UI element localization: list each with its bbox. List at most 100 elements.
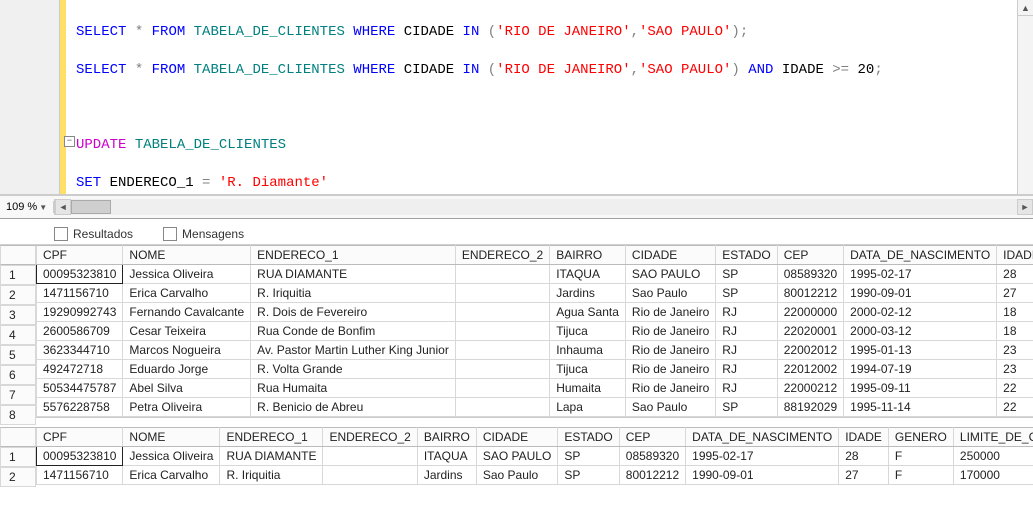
column-header[interactable]: DATA_DE_NASCIMENTO bbox=[844, 246, 997, 265]
column-header[interactable]: LIMITE_DE_C bbox=[953, 428, 1033, 447]
cell[interactable]: RJ bbox=[716, 303, 777, 322]
cell[interactable]: Jardins bbox=[417, 466, 476, 485]
cell[interactable]: 23 bbox=[997, 341, 1033, 360]
table-row[interactable]: 2600586709Cesar TeixeiraRua Conde de Bon… bbox=[37, 322, 1033, 341]
results-grid-1[interactable]: 12345678 CPFNOMEENDERECO_1ENDERECO_2BAIR… bbox=[0, 245, 1033, 417]
table-row[interactable]: 00095323810Jessica OliveiraRUA DIAMANTEI… bbox=[37, 265, 1033, 284]
cell[interactable]: Rio de Janeiro bbox=[625, 341, 715, 360]
tab-mensagens[interactable]: Mensagens bbox=[155, 224, 252, 244]
cell[interactable]: Inhauma bbox=[550, 341, 626, 360]
cell[interactable] bbox=[455, 341, 549, 360]
cell[interactable]: 50534475787 bbox=[37, 379, 123, 398]
cell[interactable]: RJ bbox=[716, 379, 777, 398]
cell[interactable]: 08589320 bbox=[619, 447, 685, 466]
cell[interactable]: Humaita bbox=[550, 379, 626, 398]
cell[interactable]: Agua Santa bbox=[550, 303, 626, 322]
table-row[interactable]: 492472718Eduardo JorgeR. Volta GrandeTij… bbox=[37, 360, 1033, 379]
cell[interactable]: 00095323810 bbox=[37, 265, 123, 284]
cell[interactable]: Cesar Teixeira bbox=[123, 322, 251, 341]
cell[interactable]: SP bbox=[558, 466, 619, 485]
cell[interactable] bbox=[455, 322, 549, 341]
cell[interactable] bbox=[323, 447, 417, 466]
cell[interactable]: 00095323810 bbox=[37, 447, 123, 466]
cell[interactable]: 80012212 bbox=[777, 284, 843, 303]
cell[interactable]: 492472718 bbox=[37, 360, 123, 379]
cell[interactable]: Rua Conde de Bonfim bbox=[251, 322, 456, 341]
cell[interactable]: Erica Carvalho bbox=[123, 466, 220, 485]
cell[interactable] bbox=[455, 360, 549, 379]
cell[interactable]: Jessica Oliveira bbox=[123, 447, 220, 466]
cell[interactable]: Tijuca bbox=[550, 360, 626, 379]
sql-editor[interactable]: SELECT * FROM TABELA_DE_CLIENTES WHERE C… bbox=[0, 0, 1033, 195]
cell[interactable]: 22000000 bbox=[777, 303, 843, 322]
code-area[interactable]: SELECT * FROM TABELA_DE_CLIENTES WHERE C… bbox=[60, 0, 1033, 194]
cell[interactable]: 28 bbox=[997, 265, 1033, 284]
cell[interactable]: SP bbox=[716, 398, 777, 417]
cell[interactable]: 27 bbox=[839, 466, 889, 485]
column-header[interactable]: NOME bbox=[123, 428, 220, 447]
column-header[interactable]: ENDERECO_2 bbox=[323, 428, 417, 447]
scroll-right-icon[interactable]: ► bbox=[1017, 199, 1033, 215]
column-header[interactable]: CEP bbox=[619, 428, 685, 447]
cell[interactable]: 23 bbox=[997, 360, 1033, 379]
cell[interactable]: 1471156710 bbox=[37, 466, 123, 485]
cell[interactable]: RJ bbox=[716, 360, 777, 379]
cell[interactable]: RJ bbox=[716, 322, 777, 341]
cell[interactable]: 22012002 bbox=[777, 360, 843, 379]
cell[interactable]: SAO PAULO bbox=[625, 265, 715, 284]
cell[interactable]: 22 bbox=[997, 379, 1033, 398]
table-row[interactable]: 3623344710Marcos NogueiraAv. Pastor Mart… bbox=[37, 341, 1033, 360]
cell[interactable]: 08589320 bbox=[777, 265, 843, 284]
cell[interactable]: F bbox=[888, 466, 953, 485]
cell[interactable]: Jessica Oliveira bbox=[123, 265, 251, 284]
table-row[interactable]: 19290992743Fernando CavalcanteR. Dois de… bbox=[37, 303, 1033, 322]
cell[interactable]: Lapa bbox=[550, 398, 626, 417]
cell[interactable]: 5576228758 bbox=[37, 398, 123, 417]
cell[interactable]: Fernando Cavalcante bbox=[123, 303, 251, 322]
cell[interactable]: 1471156710 bbox=[37, 284, 123, 303]
row-number[interactable]: 4 bbox=[0, 325, 36, 345]
column-header[interactable]: CPF bbox=[37, 428, 123, 447]
cell[interactable]: 1995-02-17 bbox=[844, 265, 997, 284]
cell[interactable]: F bbox=[888, 447, 953, 466]
column-header[interactable]: BAIRRO bbox=[417, 428, 476, 447]
cell[interactable] bbox=[455, 379, 549, 398]
cell[interactable]: 250000 bbox=[953, 447, 1033, 466]
column-header[interactable]: IDADE bbox=[839, 428, 889, 447]
cell[interactable]: Rua Humaita bbox=[251, 379, 456, 398]
column-header[interactable]: IDADE bbox=[997, 246, 1033, 265]
cell[interactable]: 22 bbox=[997, 398, 1033, 417]
column-header[interactable]: GENERO bbox=[888, 428, 953, 447]
cell[interactable]: 1995-11-14 bbox=[844, 398, 997, 417]
cell[interactable]: ITAQUA bbox=[550, 265, 626, 284]
cell[interactable]: 22002012 bbox=[777, 341, 843, 360]
row-number[interactable]: 7 bbox=[0, 385, 36, 405]
cell[interactable]: Tijuca bbox=[550, 322, 626, 341]
column-header[interactable]: CIDADE bbox=[625, 246, 715, 265]
column-header[interactable]: ESTADO bbox=[558, 428, 619, 447]
cell[interactable]: 1995-01-13 bbox=[844, 341, 997, 360]
cell[interactable]: 88192029 bbox=[777, 398, 843, 417]
cell[interactable]: 3623344710 bbox=[37, 341, 123, 360]
editor-vscroll[interactable]: ▲ bbox=[1017, 0, 1033, 194]
cell[interactable]: Sao Paulo bbox=[625, 284, 715, 303]
zoom-dropdown[interactable]: 109 % ▼ bbox=[0, 201, 54, 213]
tab-resultados[interactable]: Resultados bbox=[46, 224, 141, 244]
cell[interactable] bbox=[455, 398, 549, 417]
cell[interactable]: 19290992743 bbox=[37, 303, 123, 322]
cell[interactable]: 2000-03-12 bbox=[844, 322, 997, 341]
cell[interactable]: 1990-09-01 bbox=[686, 466, 839, 485]
cell[interactable]: Av. Pastor Martin Luther King Junior bbox=[251, 341, 456, 360]
cell[interactable]: 18 bbox=[997, 303, 1033, 322]
cell[interactable]: 1995-09-11 bbox=[844, 379, 997, 398]
table-row[interactable]: 50534475787Abel SilvaRua HumaitaHumaitaR… bbox=[37, 379, 1033, 398]
data-table[interactable]: CPFNOMEENDERECO_1ENDERECO_2BAIRROCIDADEE… bbox=[36, 245, 1033, 417]
column-header[interactable]: CIDADE bbox=[476, 428, 557, 447]
cell[interactable]: 1994-07-19 bbox=[844, 360, 997, 379]
column-header[interactable]: CPF bbox=[37, 246, 123, 265]
cell[interactable]: 27 bbox=[997, 284, 1033, 303]
fold-icon[interactable]: − bbox=[64, 136, 75, 147]
cell[interactable] bbox=[455, 284, 549, 303]
cell[interactable] bbox=[455, 303, 549, 322]
scroll-up-icon[interactable]: ▲ bbox=[1018, 0, 1033, 16]
